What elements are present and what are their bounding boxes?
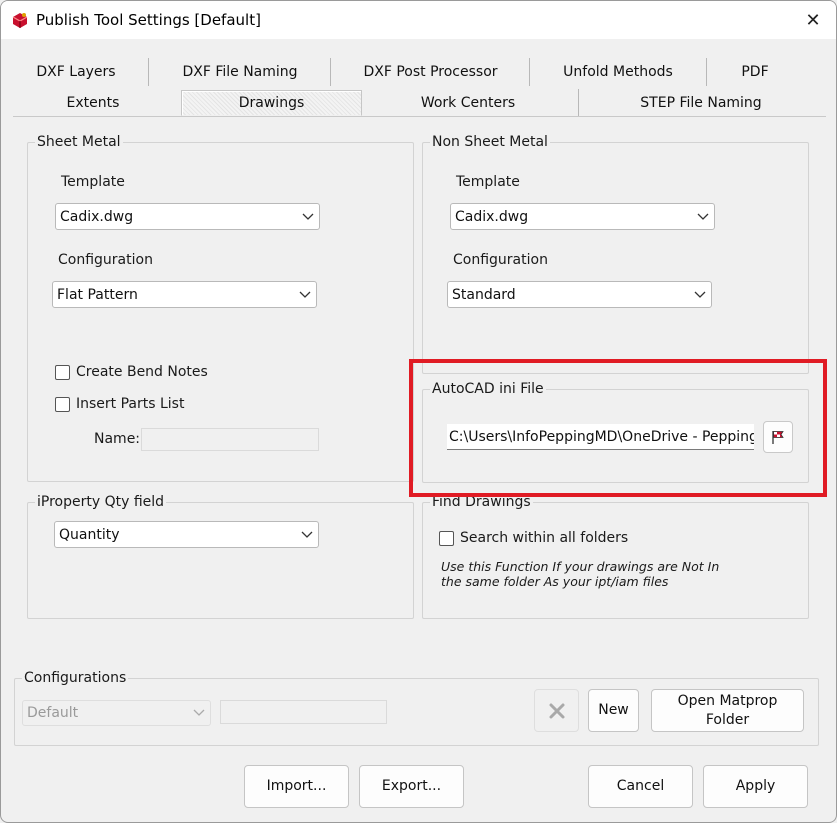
title-bar: Publish Tool Settings [Default] ✕ (1, 1, 836, 39)
chevron-down-icon (689, 282, 711, 307)
insert-parts-list-label: Insert Parts List (76, 396, 185, 412)
tab-label: DXF Layers (36, 64, 116, 80)
checkbox-box[interactable] (55, 364, 70, 380)
search-all-folders-checkbox[interactable]: Search within all folders (439, 530, 628, 546)
sheet-metal-configuration-select[interactable]: Flat Pattern (52, 281, 317, 308)
cancel-button-label: Cancel (616, 778, 665, 794)
create-bend-notes-label: Create Bend Notes (76, 364, 208, 380)
configurations-title: Configurations (22, 670, 129, 686)
tab-separator (529, 58, 530, 86)
export-button-label: Export... (381, 778, 442, 794)
publish-tool-app-icon (12, 13, 28, 28)
apply-button[interactable]: Apply (703, 765, 808, 808)
non-sheet-metal-title: Non Sheet Metal (430, 134, 550, 150)
open-matprop-label-line2: Folder (705, 711, 750, 728)
x-icon (549, 703, 564, 718)
find-drawings-title: Find Drawings (430, 494, 533, 510)
cancel-button[interactable]: Cancel (588, 765, 693, 808)
open-matprop-label-line1: Open Matprop (677, 692, 778, 709)
sheet-metal-template-label: Template (61, 174, 125, 190)
combo-value: Flat Pattern (57, 286, 138, 303)
tab-label: STEP File Naming (640, 95, 762, 111)
combo-value: Standard (452, 286, 516, 303)
iproperty-qty-group (27, 502, 414, 619)
checkbox-box[interactable] (439, 530, 454, 546)
non-sheet-metal-template-select[interactable]: Cadix.dwg (450, 203, 715, 230)
tab-separator (578, 89, 579, 117)
import-button[interactable]: Import... (244, 765, 349, 808)
tab-dxf-layers[interactable]: DXF Layers (23, 59, 129, 85)
autocad-ini-title: AutoCAD ini File (430, 381, 546, 397)
sheet-metal-title: Sheet Metal (35, 134, 123, 150)
combo-value: Cadix.dwg (455, 208, 529, 225)
tab-separator (148, 58, 149, 86)
open-matprop-folder-button[interactable]: Open Matprop Folder (651, 689, 804, 732)
iproperty-qty-title: iProperty Qty field (35, 494, 167, 510)
tab-drawings[interactable]: Drawings (181, 90, 362, 116)
create-bend-notes-checkbox[interactable]: Create Bend Notes (55, 364, 208, 380)
tab-label: Unfold Methods (563, 64, 673, 80)
sheet-metal-configuration-label: Configuration (58, 252, 153, 268)
combo-value: Default (27, 705, 79, 721)
chevron-down-icon (692, 204, 714, 229)
insert-parts-list-checkbox[interactable]: Insert Parts List (55, 396, 184, 412)
configuration-name-field (220, 700, 387, 724)
parts-list-name-field (141, 428, 319, 451)
tab-label: DXF File Naming (182, 64, 298, 80)
autocad-ini-path-field[interactable]: C:\Users\InfoPeppingMD\OneDrive - Peppin… (447, 424, 754, 450)
close-icon: ✕ (805, 9, 821, 31)
search-all-folders-label: Search within all folders (460, 530, 629, 546)
apply-button-label: Apply (735, 778, 776, 794)
sheet-metal-template-select[interactable]: Cadix.dwg (55, 203, 320, 230)
close-button[interactable]: ✕ (790, 1, 836, 39)
combo-value: Cadix.dwg (60, 208, 134, 225)
iproperty-qty-select[interactable]: Quantity (54, 521, 319, 548)
configurations-select[interactable]: Default (22, 700, 211, 726)
combo-value: Quantity (59, 526, 120, 543)
new-button-label: New (598, 702, 629, 718)
parts-list-name-label: Name: (94, 431, 141, 447)
publish-tool-settings-window: Publish Tool Settings [Default] ✕ DXF La… (0, 0, 837, 823)
tab-label: Drawings (238, 95, 305, 111)
tab-panel-border (13, 116, 826, 117)
chevron-down-icon (296, 522, 318, 547)
non-sheet-metal-configuration-label: Configuration (453, 252, 548, 268)
tab-separator (330, 58, 331, 86)
non-sheet-metal-configuration-select[interactable]: Standard (447, 281, 712, 308)
tab-unfold-methods[interactable]: Unfold Methods (532, 59, 704, 85)
checkbox-box[interactable] (55, 396, 70, 412)
tab-pdf[interactable]: PDF (709, 59, 801, 85)
export-button[interactable]: Export... (359, 765, 464, 808)
tab-dxf-file-naming[interactable]: DXF File Naming (151, 59, 329, 85)
new-configuration-button[interactable]: New (588, 689, 639, 732)
non-sheet-metal-template-label: Template (456, 174, 520, 190)
tab-dxf-post-processor[interactable]: DXF Post Processor (333, 59, 528, 85)
chevron-down-icon (297, 204, 319, 229)
import-button-label: Import... (266, 778, 327, 794)
chevron-down-icon (294, 282, 316, 307)
tab-label: DXF Post Processor (363, 64, 498, 80)
window-title: Publish Tool Settings [Default] (36, 11, 261, 29)
tab-label: Work Centers (420, 95, 516, 111)
find-drawings-note-line1: Use this Function If your drawings are N… (441, 559, 720, 574)
autocad-ini-browse-button[interactable] (763, 421, 793, 453)
find-drawings-note-line2: the same folder As your ipt/iam files (441, 574, 669, 589)
tab-step-file-naming[interactable]: STEP File Naming (581, 90, 821, 116)
flag-icon (772, 431, 784, 444)
tab-work-centers[interactable]: Work Centers (363, 90, 573, 116)
tab-separator (706, 58, 707, 86)
tab-extents[interactable]: Extents (23, 90, 163, 116)
find-drawings-note: Use this Function If your drawings are N… (441, 559, 719, 589)
delete-configuration-button[interactable] (534, 689, 579, 732)
tab-label: PDF (741, 64, 769, 80)
tab-label: Extents (66, 95, 120, 111)
chevron-down-icon (188, 701, 210, 725)
